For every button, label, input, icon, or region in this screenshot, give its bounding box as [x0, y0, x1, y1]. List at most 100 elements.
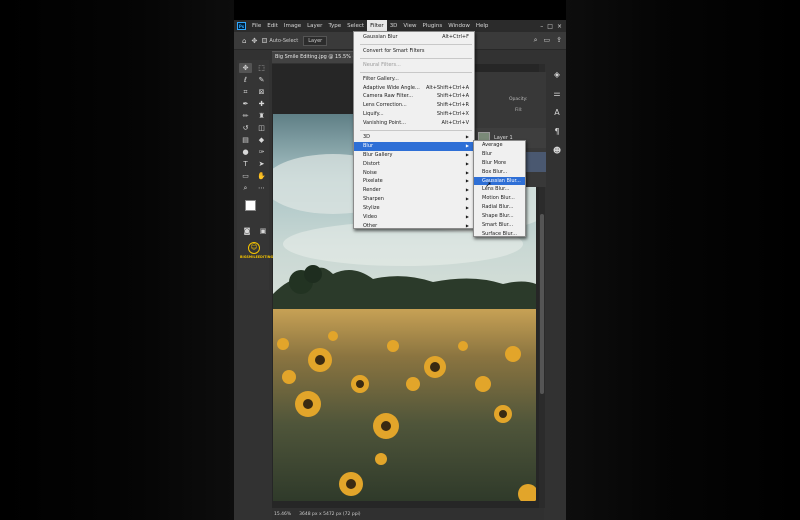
minimize-icon[interactable]: – — [540, 23, 543, 30]
move-tool-icon[interactable]: ✥ — [251, 37, 257, 45]
photoshop-logo[interactable]: Ps — [237, 22, 246, 30]
opacity-label: Opacity: — [509, 97, 528, 102]
rectangle-tool-icon[interactable]: ▭ — [239, 171, 252, 181]
gradient-tool-icon[interactable]: ▤ — [239, 135, 252, 145]
color-swatches[interactable] — [243, 200, 269, 222]
blur-gaussian-blur[interactable]: Gaussian Blur... — [474, 176, 525, 186]
scrollbar-thumb[interactable] — [540, 214, 544, 394]
menu-item-label: Pixelate — [363, 178, 383, 185]
zoom-tool-icon[interactable]: ⌕ — [239, 183, 252, 193]
menu-separator — [360, 57, 472, 59]
blur-blur-more[interactable]: Blur More — [474, 159, 525, 168]
filter-submenu-other[interactable]: Other ▶ — [354, 222, 474, 231]
eraser-tool-icon[interactable]: ◫ — [255, 123, 268, 133]
menu-help[interactable]: Help — [473, 20, 492, 32]
history-brush-icon[interactable]: ↺ — [239, 123, 252, 133]
dodge-tool-icon[interactable]: ● — [239, 147, 252, 157]
filter-submenu-sharpen[interactable]: Sharpen ▶ — [354, 195, 474, 204]
quick-mask-icon[interactable]: ◙ — [241, 226, 253, 236]
filter-submenu-stylize[interactable]: Stylize ▶ — [354, 204, 474, 213]
filter-submenu-render[interactable]: Render ▶ — [354, 186, 474, 195]
crop-tool-icon[interactable]: ⌗ — [239, 87, 252, 97]
pen-tool-icon[interactable]: ✑ — [255, 147, 268, 157]
menu-item-label: Motion Blur... — [482, 195, 515, 202]
blur-motion-blur[interactable]: Motion Blur... — [474, 194, 525, 203]
more-tools-icon[interactable]: ⋯ — [255, 183, 268, 193]
auto-select-target-select[interactable]: Layer — [303, 35, 328, 46]
blur-average[interactable]: Average — [474, 141, 525, 150]
character-icon[interactable]: A — [554, 108, 559, 117]
filter-neural: Neural Filters... — [354, 61, 474, 70]
stamp-tool-icon[interactable]: ♜ — [255, 111, 268, 121]
filter-submenu-noise[interactable]: Noise ▶ — [354, 169, 474, 178]
filter-vanishing-point[interactable]: Vanishing Point... Alt+Ctrl+V — [354, 119, 474, 128]
filter-submenu-blur[interactable]: Blur ▶ — [354, 141, 474, 151]
menu-item-label: Sharpen — [363, 196, 384, 203]
blur-surface-blur[interactable]: Surface Blur... — [474, 230, 525, 239]
brush-tool-icon[interactable]: ✏ — [239, 111, 252, 121]
blur-blur[interactable]: Blur — [474, 150, 525, 159]
workspace-icon[interactable]: ▭ — [544, 36, 551, 45]
menu-item-label: Noise — [363, 169, 377, 176]
filter-gallery[interactable]: Filter Gallery... — [354, 75, 474, 84]
quick-select-tool-icon[interactable]: ✎ — [255, 75, 268, 85]
lasso-tool-icon[interactable]: ℓ — [239, 75, 252, 85]
menu-item-label: Neural Filters... — [363, 61, 401, 68]
menu-item-label: Lens Correction... — [363, 102, 407, 109]
filter-submenu-blur-gallery[interactable]: Blur Gallery ▶ — [354, 151, 474, 160]
blur-tool-icon[interactable]: ◆ — [255, 135, 268, 145]
menu-edit[interactable]: Edit — [264, 20, 281, 32]
filter-submenu-pixelate[interactable]: Pixelate ▶ — [354, 177, 474, 186]
menu-item-label: Shape Blur... — [482, 213, 514, 220]
eyedropper-tool-icon[interactable]: ✒ — [239, 99, 252, 109]
zoom-level[interactable]: 15.46% — [274, 512, 291, 517]
filter-submenu-video[interactable]: Video ▶ — [354, 213, 474, 222]
menu-item-label: Distort — [363, 160, 380, 167]
filter-submenu-distort[interactable]: Distort ▶ — [354, 160, 474, 169]
filter-last-gaussian-blur[interactable]: Gaussian Blur Alt+Ctrl+F — [354, 33, 474, 42]
share-icon[interactable]: ⇪ — [556, 36, 562, 45]
marquee-tool-icon[interactable]: ⬚ — [255, 63, 268, 73]
move-tool-icon[interactable]: ✥ — [239, 63, 252, 73]
auto-select-checkbox[interactable]: Auto-Select — [262, 38, 298, 44]
path-select-icon[interactable]: ➤ — [255, 159, 268, 169]
filter-lens-correction[interactable]: Lens Correction... Shift+Ctrl+R — [354, 101, 474, 110]
foreground-color[interactable] — [245, 200, 256, 211]
filter-adaptive-wide-angle[interactable]: Adaptive Wide Angle... Alt+Shift+Ctrl+A — [354, 84, 474, 93]
type-tool-icon[interactable]: T — [239, 159, 252, 169]
frame-tool-icon[interactable]: ⊠ — [255, 87, 268, 97]
paragraph-icon[interactable]: ¶ — [554, 127, 559, 136]
menu-file[interactable]: File — [249, 20, 264, 32]
blur-smart-blur[interactable]: Smart Blur... — [474, 221, 525, 230]
tools-panel: ✥ ⬚ ℓ ✎ ⌗ ⊠ ✒ ✚ ✏ ♜ ↺ ◫ ▤ ◆ ● ✑ T ➤ ▭ ✋ … — [237, 60, 274, 290]
hand-tool-icon[interactable]: ✋ — [255, 171, 268, 181]
close-icon[interactable]: × — [557, 23, 562, 30]
menu-item-label: Liquify... — [363, 111, 384, 118]
blur-box-blur[interactable]: Box Blur... — [474, 168, 525, 177]
menu-image[interactable]: Image — [281, 20, 304, 32]
home-icon[interactable]: ⌂ — [242, 37, 246, 45]
menu-type[interactable]: Type — [325, 20, 344, 32]
menu-item-label: Other — [363, 222, 378, 229]
filter-convert-smart[interactable]: Convert for Smart Filters — [354, 47, 474, 56]
checkbox-icon — [262, 38, 268, 43]
menu-item-label: 3D — [363, 134, 371, 141]
filter-submenu-3d[interactable]: 3D ▶ — [354, 133, 474, 142]
search-icon[interactable]: ⌕ — [534, 36, 538, 45]
people-icon[interactable]: ☻ — [553, 146, 561, 155]
maximize-icon[interactable]: □ — [547, 23, 553, 30]
filter-camera-raw[interactable]: Camera Raw Filter... Shift+Ctrl+A — [354, 92, 474, 101]
menu-layer[interactable]: Layer — [304, 20, 325, 32]
healing-tool-icon[interactable]: ✚ — [255, 99, 268, 109]
menu-item-shortcut: Alt+Shift+Ctrl+A — [425, 84, 469, 91]
menu-item-label: Camera Raw Filter... — [363, 93, 414, 100]
filter-liquify[interactable]: Liquify... Shift+Ctrl+X — [354, 110, 474, 119]
blur-radial-blur[interactable]: Radial Blur... — [474, 203, 525, 212]
adjustments-icon[interactable]: ⚌ — [553, 89, 560, 98]
blur-submenu: Average Blur Blur More Box Blur... Gauss… — [473, 140, 526, 237]
layers-icon[interactable]: ◈ — [554, 70, 560, 79]
channel-logo-text: BIGSMILEEDITING — [240, 255, 274, 259]
blur-lens-blur[interactable]: Lens Blur... — [474, 185, 525, 194]
screen-mode-icon[interactable]: ▣ — [257, 226, 269, 236]
blur-shape-blur[interactable]: Shape Blur... — [474, 212, 525, 221]
